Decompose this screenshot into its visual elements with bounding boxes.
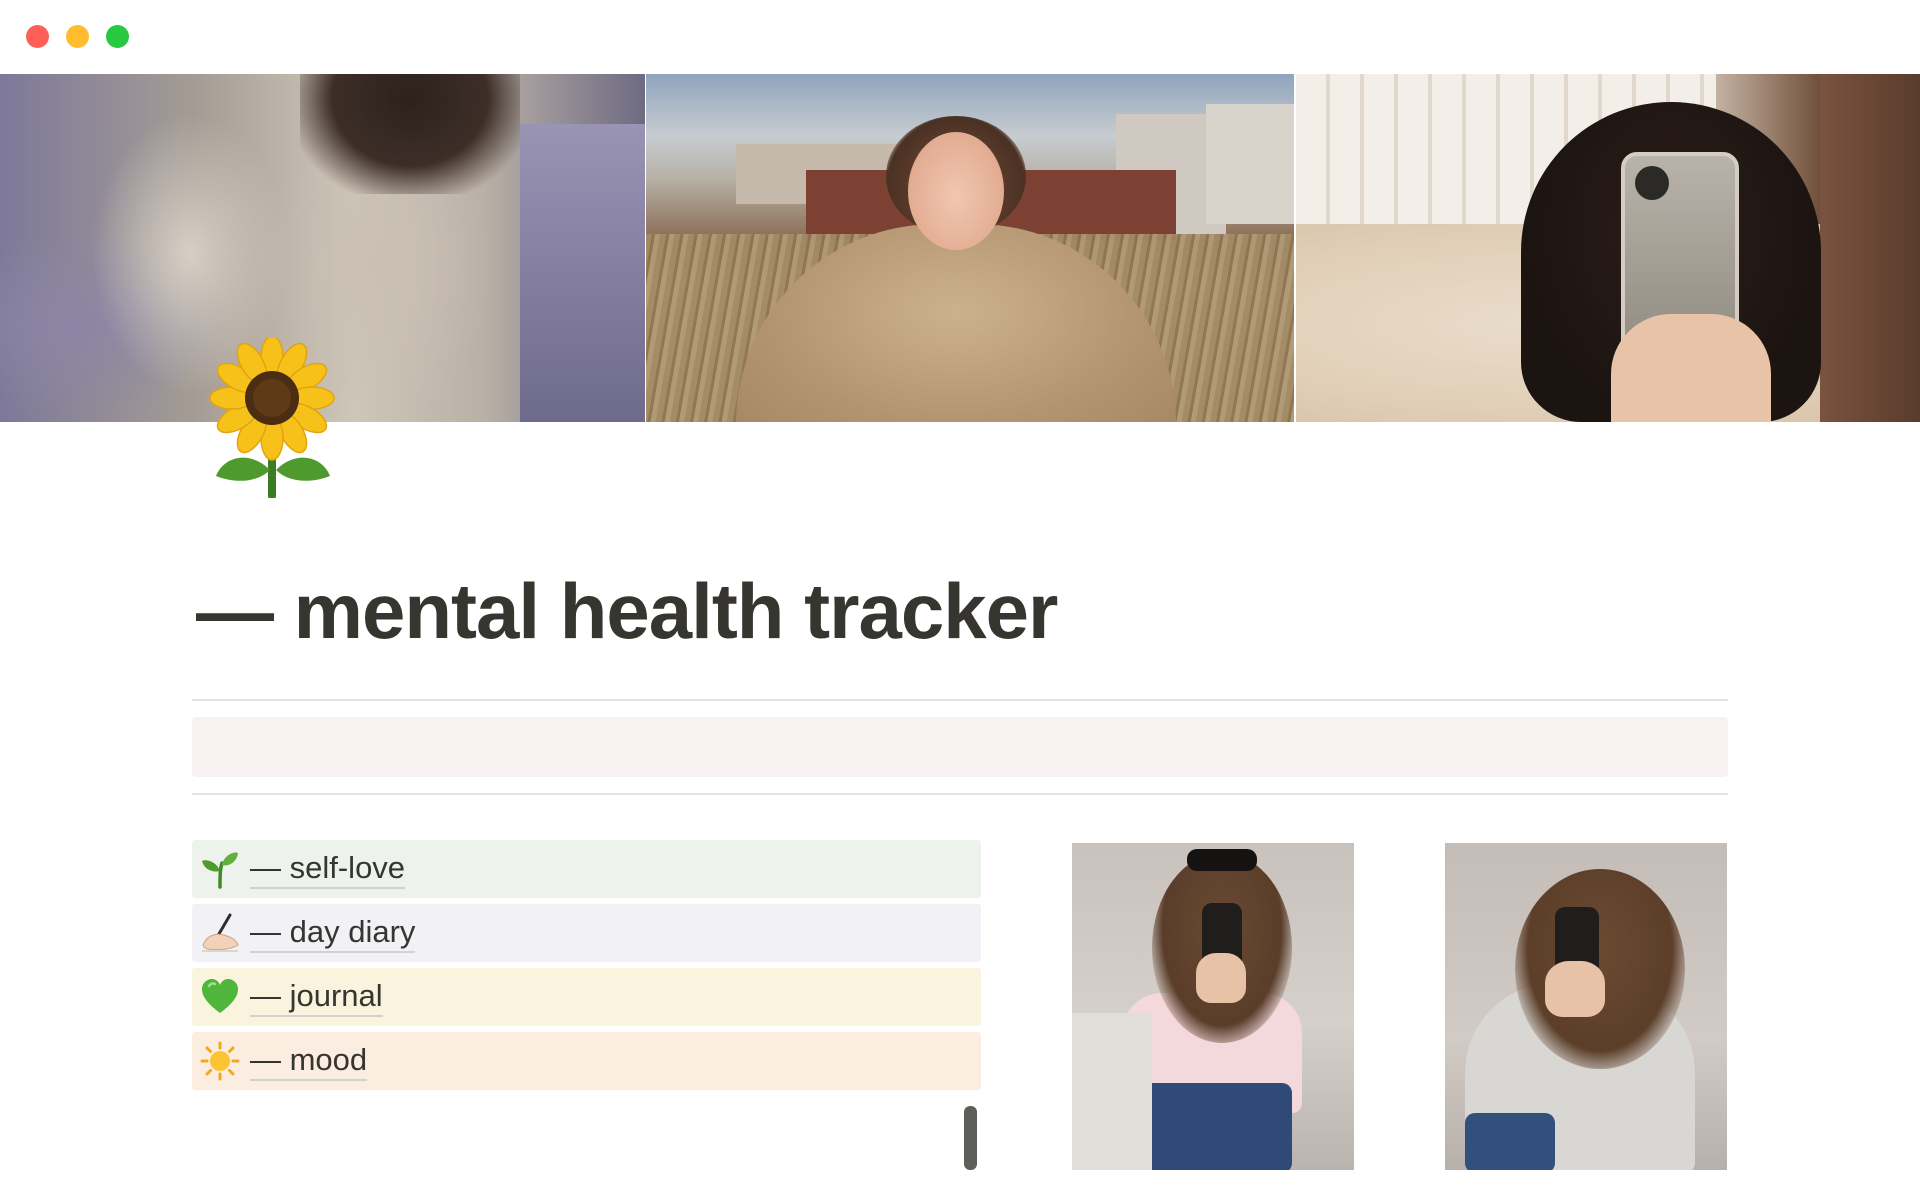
notion-window: — mental health tracker — self-love — da…: [0, 0, 1920, 1200]
link-self-love[interactable]: — self-love: [192, 840, 981, 898]
link-journal[interactable]: — journal: [192, 968, 981, 1026]
link-label: — day diary: [250, 914, 416, 953]
mirror-selfie-photo[interactable]: [1072, 843, 1354, 1170]
page-links-list: — self-love — day diary — journal — mood: [192, 840, 981, 1096]
link-mood[interactable]: — mood: [192, 1032, 981, 1090]
sun-icon: [198, 1039, 242, 1083]
link-label: — mood: [250, 1042, 368, 1081]
cover-photo-field: [646, 74, 1294, 422]
scroll-handle[interactable]: [964, 1106, 977, 1170]
zoom-window-button[interactable]: [106, 25, 129, 48]
page-title[interactable]: — mental health tracker: [196, 572, 1058, 650]
seedling-icon: [198, 847, 242, 891]
green-heart-icon: [198, 975, 242, 1019]
title-bar: [0, 0, 1920, 74]
sunflower-icon[interactable]: [209, 335, 340, 500]
close-window-button[interactable]: [26, 25, 49, 48]
divider: [192, 699, 1728, 701]
callout-block[interactable]: [192, 717, 1728, 777]
cover-photo-mirror-selfie: [1296, 74, 1920, 422]
writing-hand-icon: [198, 911, 242, 955]
link-label: — journal: [250, 978, 383, 1017]
link-label: — self-love: [250, 850, 406, 889]
link-day-diary[interactable]: — day diary: [192, 904, 981, 962]
mirror-selfie-photo[interactable]: [1445, 843, 1727, 1170]
divider: [192, 793, 1728, 795]
minimize-window-button[interactable]: [66, 25, 89, 48]
